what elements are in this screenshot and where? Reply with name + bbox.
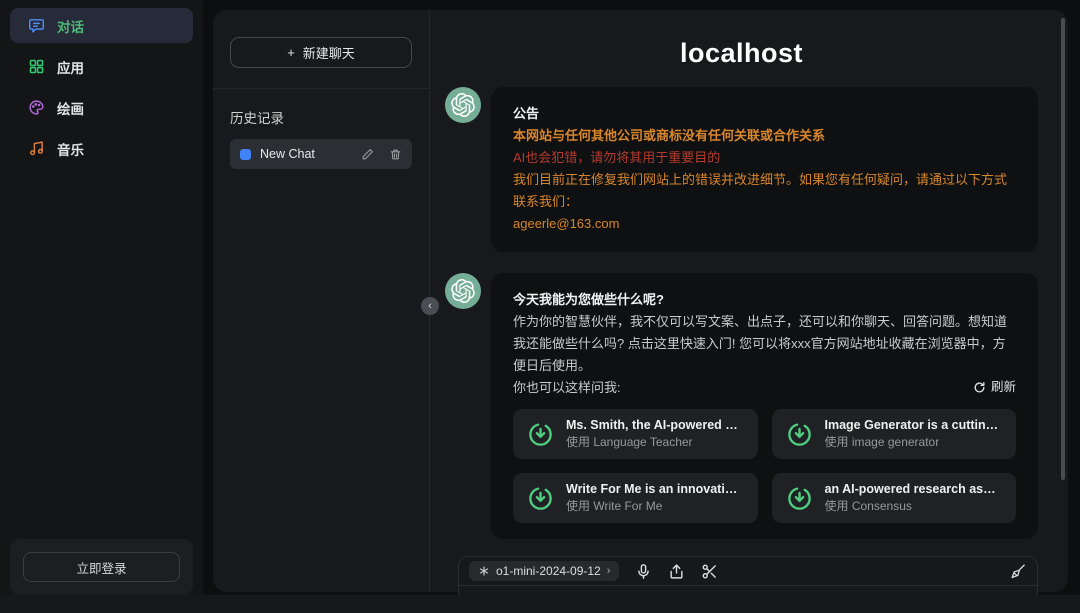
chevron-left-icon: ‹ — [428, 300, 432, 312]
suggestion-grid: Ms. Smith, the AI-powered Lan... 使用 Lang… — [513, 409, 1016, 524]
model-name: o1-mini-2024-09-12 — [496, 564, 601, 579]
broom-clear-icon[interactable] — [1010, 563, 1027, 580]
chat-scrollbar[interactable] — [1061, 18, 1065, 480]
palette-icon — [28, 99, 45, 116]
suggestion-subtitle: 使用 Language Teacher — [566, 435, 693, 450]
sidebar-item-label: 对话 — [57, 19, 84, 35]
ask-hint: 你也可以这样问我: — [513, 379, 621, 395]
suggestion-subtitle: 使用 image generator — [824, 435, 940, 450]
microphone-icon[interactable] — [635, 563, 652, 580]
suggestion-card[interactable]: Write For Me is an innovative A... 使用 Wr… — [513, 473, 758, 524]
login-card: 立即登录 — [10, 539, 193, 595]
suggestion-card[interactable]: an AI-powered research assista... 使用 Con… — [771, 473, 1016, 524]
sidebar-item-draw[interactable]: 绘画 — [10, 90, 193, 125]
announcement-bubble: 公告 本网站与任何其他公司或商标没有任何关联或合作关系 AI也会犯错，请勿将其用… — [491, 87, 1038, 252]
sparkle-icon — [478, 565, 490, 577]
suggestion-title: Ms. Smith, the AI-powered Lan... — [566, 418, 744, 433]
music-note-icon — [28, 140, 45, 157]
announcement-line1: 本网站与任何其他公司或商标没有任何关联或合作关系 — [513, 128, 826, 144]
history-item-title: New Chat — [260, 147, 315, 161]
sidebar-item-apps[interactable]: 应用 — [10, 49, 193, 84]
history-section-title: 历史记录 — [230, 111, 284, 126]
login-button[interactable]: 立即登录 — [23, 552, 180, 582]
announcement-line2: AI也会犯错，请勿将其用于重要目的 — [513, 150, 721, 166]
sidebar-item-label: 音乐 — [57, 142, 84, 158]
edit-pencil-icon[interactable] — [361, 148, 374, 161]
history-item-new-chat[interactable]: New Chat — [230, 139, 412, 169]
circle-download-icon — [786, 421, 813, 448]
upload-icon[interactable] — [668, 563, 685, 580]
announcement-line3: 我们目前正在修复我们网站上的错误并改进细节。如果您有任何疑问，请通过以下方式联系… — [513, 172, 1008, 210]
announcement-email[interactable]: ageerle@163.com — [513, 213, 1016, 235]
sidebar-item-music[interactable]: 音乐 — [10, 131, 193, 166]
model-selector[interactable]: o1-mini-2024-09-12 › — [469, 561, 620, 582]
sidebar-item-label: 应用 — [57, 60, 84, 76]
sidebar-item-label: 绘画 — [57, 101, 84, 117]
chevron-right-icon: › — [606, 565, 611, 578]
page-title: localhost — [679, 38, 804, 68]
new-chat-button[interactable]: + 新建聊天 — [230, 37, 412, 68]
circle-download-icon — [786, 485, 813, 512]
openai-logo-icon — [451, 93, 475, 117]
collapse-sidebar-button[interactable]: ‹ — [421, 297, 439, 315]
chat-color-dot — [240, 148, 251, 160]
announcement-heading: 公告 — [513, 106, 540, 121]
window-bottom-strip — [0, 595, 1080, 613]
chat-bubble-icon — [28, 17, 45, 34]
apps-grid-icon — [28, 58, 45, 75]
suggestion-title: an AI-powered research assista... — [824, 482, 1003, 497]
suggestion-card[interactable]: Image Generator is a cutting-e... 使用 ima… — [771, 409, 1016, 460]
message-announcement: 公告 本网站与任何其他公司或商标没有任何关联或合作关系 AI也会犯错，请勿将其用… — [445, 87, 1038, 252]
suggestion-title: Write For Me is an innovative A... — [566, 482, 744, 497]
composer-toolbar: o1-mini-2024-09-12 › — [459, 557, 1037, 587]
main-panel: + 新建聊天 历史记录 New Chat ‹ localhost 公告 本网站与… — [213, 10, 1068, 613]
suggestion-card[interactable]: Ms. Smith, the AI-powered Lan... 使用 Lang… — [513, 409, 758, 460]
assistant-avatar — [445, 87, 481, 123]
circle-download-icon — [527, 485, 554, 512]
greeting-bubble: 今天我能为您做些什么呢? 作为你的智慧伙伴，我不仅可以写文案、出点子，还可以和你… — [491, 272, 1038, 540]
refresh-button[interactable]: 刷新 — [973, 377, 1016, 398]
greeting-body: 作为你的智慧伙伴，我不仅可以写文案、出点子，还可以和你聊天、回答问题。想知道我还… — [513, 313, 1008, 373]
suggestion-subtitle: 使用 Consensus — [824, 499, 912, 514]
circle-download-icon — [527, 421, 554, 448]
refresh-icon — [973, 381, 986, 394]
assistant-avatar — [445, 272, 481, 309]
chat-pane: ‹ localhost 公告 本网站与任何其他公司或商标没有任何关联或合作关系 … — [421, 10, 1068, 613]
refresh-label: 刷新 — [990, 380, 1016, 395]
sidebar-item-chat[interactable]: 对话 — [10, 8, 193, 43]
trash-icon[interactable] — [389, 148, 402, 161]
new-chat-section: + 新建聊天 — [213, 10, 429, 89]
openai-logo-icon — [451, 278, 475, 303]
suggestion-title: Image Generator is a cutting-e... — [824, 418, 1003, 433]
plus-icon: + — [287, 45, 295, 60]
app-sidebar: 对话 应用 绘画 音乐 立即登录 — [0, 0, 203, 613]
message-greeting: 今天我能为您做些什么呢? 作为你的智慧伙伴，我不仅可以写文案、出点子，还可以和你… — [445, 272, 1038, 540]
history-pane: + 新建聊天 历史记录 New Chat — [213, 10, 430, 592]
suggestion-subtitle: 使用 Write For Me — [566, 499, 663, 514]
new-chat-label: 新建聊天 — [302, 46, 355, 61]
scissors-icon[interactable] — [701, 563, 718, 580]
greeting-heading: 今天我能为您做些什么呢? — [513, 291, 664, 307]
